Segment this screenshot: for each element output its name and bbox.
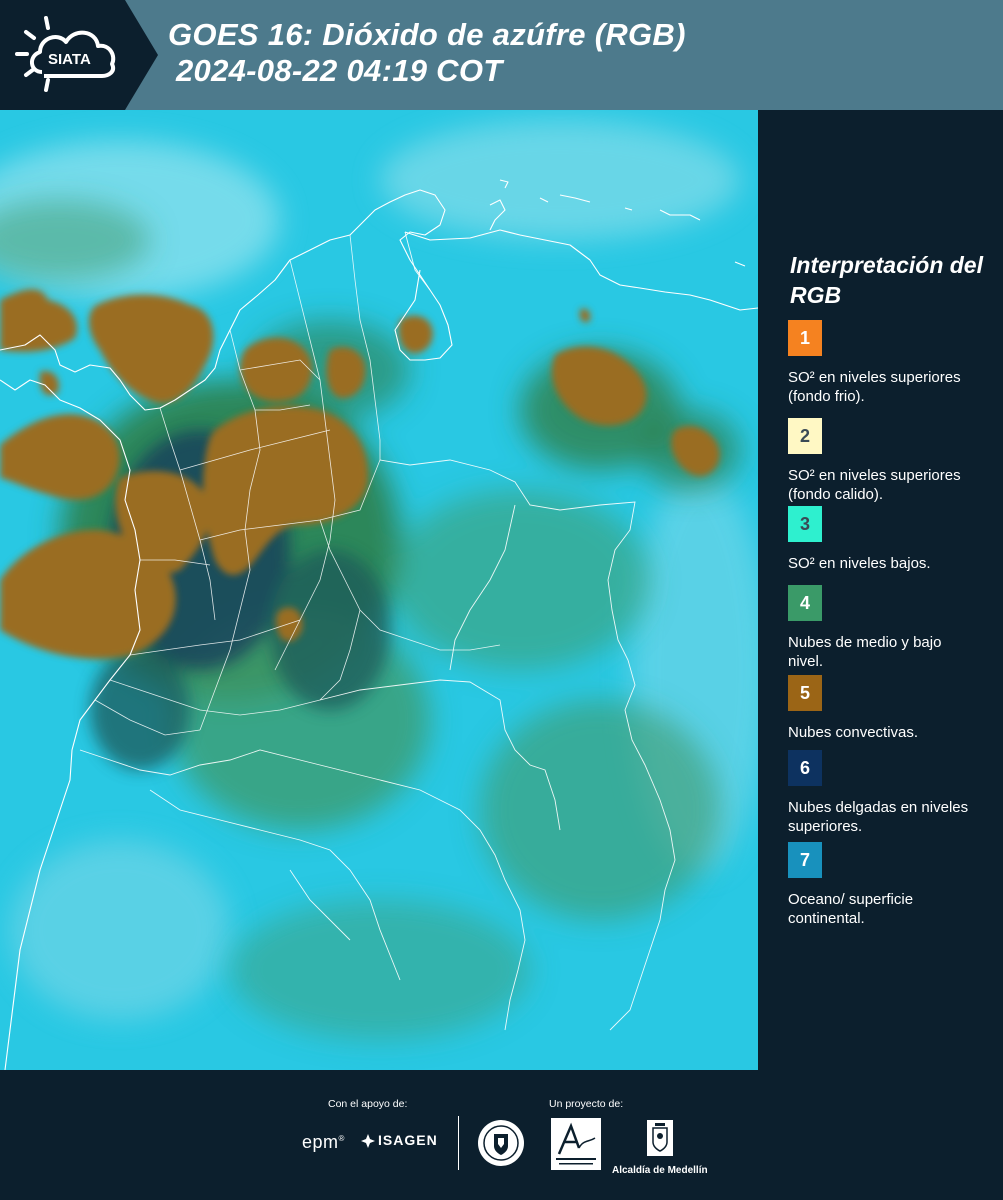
- legend-swatch-5: 5: [788, 675, 822, 711]
- footer: Con el apoyo de: Un proyecto de: epm® IS…: [0, 1070, 1003, 1200]
- legend-item-4: 4 Nubes de medio y bajo nivel.: [788, 585, 988, 671]
- legend-item-1: 1 SO² en niveles superiores (fondo frio)…: [788, 320, 988, 406]
- legend-text-4: Nubes de medio y bajo nivel.: [788, 634, 942, 670]
- legend-item-6: 6 Nubes delgadas en niveles superiores.: [788, 750, 988, 836]
- legend-item-3: 3 SO² en niveles bajos.: [788, 506, 988, 573]
- legend-swatch-1: 1: [788, 320, 822, 356]
- legend-item-2: 2 SO² en niveles superiores (fondo calid…: [788, 418, 988, 504]
- legend-item-7: 7 Oceano/ superficie continental.: [788, 842, 988, 928]
- header-bar: SIATA GOES 16: Dióxido de azúfre (RGB) 2…: [0, 0, 1003, 110]
- legend-title: Interpretación del RGB: [790, 252, 983, 308]
- legend-panel: Interpretación del RGB 1 SO² en niveles …: [758, 110, 1003, 1070]
- legend-swatch-7: 7: [788, 842, 822, 878]
- legend-text-2: SO² en niveles superiores (fondo calido)…: [788, 467, 961, 503]
- alcaldia-label: Alcaldía de Medellín: [612, 1165, 708, 1176]
- alcaldia-logo: Alcaldía de Medellín: [612, 1118, 708, 1176]
- legend-text-1: SO² en niveles superiores (fondo frio).: [788, 369, 961, 405]
- legend-text-5: Nubes convectivas.: [788, 724, 919, 741]
- area-metropolitana-logo: [551, 1118, 601, 1170]
- epm-logo: epm®: [302, 1132, 345, 1152]
- support-label: Con el apoyo de:: [328, 1098, 408, 1110]
- legend-text-7: Oceano/ superficie continental.: [788, 891, 914, 927]
- isagen-icon: [361, 1134, 375, 1149]
- project-label: Un proyecto de:: [549, 1098, 624, 1110]
- footer-divider: [458, 1116, 459, 1170]
- legend-swatch-6: 6: [788, 750, 822, 786]
- legend-swatch-3: 3: [788, 506, 822, 542]
- legend-text-3: SO² en niveles bajos.: [788, 555, 931, 572]
- siata-logo: SIATA: [15, 16, 116, 92]
- logo-text: SIATA: [48, 51, 91, 68]
- satellite-map: [0, 110, 758, 1070]
- legend-text-6: Nubes delgadas en niveles superiores.: [788, 799, 969, 835]
- isagen-logo: ISAGEN: [360, 1132, 438, 1149]
- legend-swatch-2: 2: [788, 418, 822, 454]
- isagen-logo-text: ISAGEN: [378, 1132, 438, 1148]
- timestamp: 2024-08-22 04:19 COT: [176, 53, 503, 88]
- page-title: GOES 16: Dióxido de azúfre (RGB): [168, 17, 686, 52]
- legend-swatch-4: 4: [788, 585, 822, 621]
- epm-logo-text: epm: [302, 1132, 339, 1152]
- legend-item-5: 5 Nubes convectivas.: [788, 675, 988, 742]
- medellin-seal-icon: [478, 1120, 524, 1166]
- alcaldia-crest-icon: [646, 1120, 673, 1156]
